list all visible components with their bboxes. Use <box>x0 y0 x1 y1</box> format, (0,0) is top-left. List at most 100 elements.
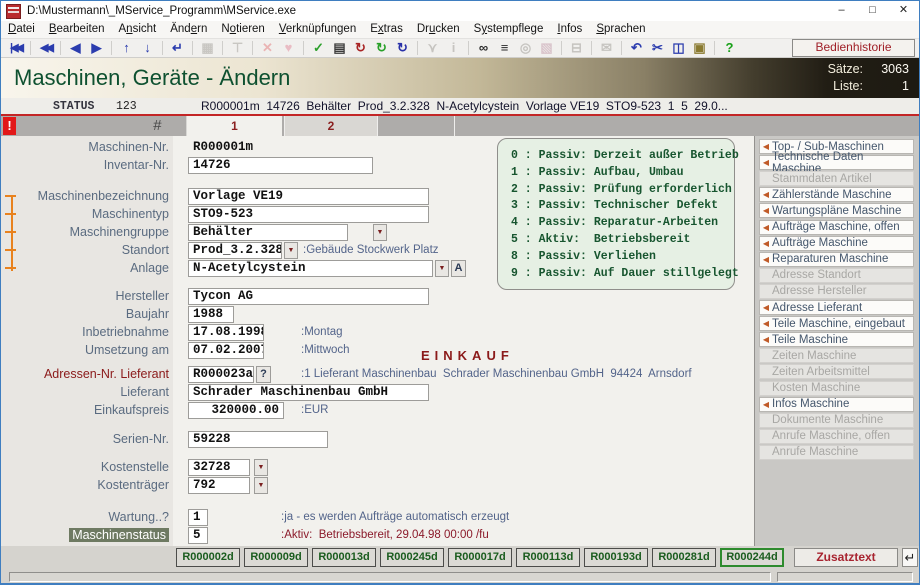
menu-item-datei[interactable]: Datei <box>1 21 42 38</box>
field-input[interactable]: 320000.00 <box>188 402 284 419</box>
dropdown-button[interactable]: ▼ <box>435 260 449 277</box>
record-button-r000193d[interactable]: R000193d <box>584 548 648 567</box>
record-button-r000244d[interactable]: R000244d <box>720 548 784 567</box>
toolbar-group: ⋎i <box>422 39 464 57</box>
anlage-button[interactable]: A <box>451 260 466 277</box>
paste-icon[interactable]: ▣ <box>689 39 710 57</box>
toolbar-separator <box>192 41 193 55</box>
menu-item-sprachen[interactable]: Sprachen <box>589 21 652 38</box>
preview-eye-icon[interactable]: ◎ <box>515 39 536 57</box>
dropdown-button[interactable]: ▼ <box>254 477 268 494</box>
refresh-blue-icon[interactable]: ↻ <box>392 39 413 57</box>
tree-icon[interactable]: ⊤ <box>227 39 248 57</box>
first-record-icon[interactable]: |◀◀ <box>5 39 26 57</box>
move-up-icon[interactable]: ↑ <box>116 39 137 57</box>
sidebar-item-infos-maschine[interactable]: ◀Infos Maschine <box>759 397 914 412</box>
list-icon[interactable]: ≡ <box>494 39 515 57</box>
sidebar-item-auftr-ge-maschine[interactable]: ◀Aufträge Maschine <box>759 236 914 251</box>
field-input[interactable]: 5 <box>188 527 208 544</box>
record-button-r000113d[interactable]: R000113d <box>516 548 580 567</box>
menu-item-ndern[interactable]: Ändern <box>163 21 214 38</box>
tab-1[interactable]: 1 <box>186 116 282 136</box>
previous-record-icon[interactable]: ◀ <box>65 39 86 57</box>
record-button-r000002d[interactable]: R000002d <box>176 548 240 567</box>
field-input[interactable]: 07.02.2007 <box>188 342 264 359</box>
palette-icon[interactable]: ▧ <box>536 39 557 57</box>
share-icon[interactable]: ⋎ <box>422 39 443 57</box>
sidebar-item-adresse-lieferant[interactable]: ◀Adresse Lieferant <box>759 300 914 315</box>
save-icon[interactable]: ▦ <box>197 39 218 57</box>
refresh-green-icon[interactable]: ↻ <box>371 39 392 57</box>
form-row-maschinenstatus: Maschinenstatus5:Aktiv: Betriebsbereit, … <box>1 527 754 545</box>
field-input[interactable]: Behälter <box>188 224 348 241</box>
field-input[interactable]: 1988 <box>188 306 234 323</box>
dropdown-button[interactable]: ▼ <box>284 242 298 259</box>
field-input[interactable]: 792 <box>188 477 250 494</box>
zusatztext-button[interactable]: Zusatztext <box>794 548 898 567</box>
sidebar-item-label: Aufträge Maschine <box>772 237 868 249</box>
maximize-button[interactable]: □ <box>857 1 888 21</box>
menu-item-extras[interactable]: Extras <box>363 21 410 38</box>
dropdown-button[interactable]: ▼ <box>254 459 268 476</box>
enter-icon[interactable]: ↵ <box>902 548 918 567</box>
sidebar-item-reparaturen-maschine[interactable]: ◀Reparaturen Maschine <box>759 252 914 267</box>
menu-item-bearbeiten[interactable]: Bearbeiten <box>42 21 112 38</box>
field-input[interactable]: Tycon AG <box>188 288 429 305</box>
record-button-r000281d[interactable]: R000281d <box>652 548 716 567</box>
field-input[interactable]: Schrader Maschinenbau GmbH <box>188 384 429 401</box>
menu-item-notieren[interactable]: Notieren <box>214 21 272 38</box>
bedienhistorie-button[interactable]: Bedienhistorie <box>792 39 915 57</box>
field-input[interactable]: 59228 <box>188 431 328 448</box>
refresh-red-icon[interactable]: ↻ <box>350 39 371 57</box>
record-button-r000017d[interactable]: R000017d <box>448 548 512 567</box>
field-input[interactable]: 1 <box>188 509 208 526</box>
next-record-icon[interactable]: ▶ <box>86 39 107 57</box>
close-button[interactable]: ✕ <box>888 1 919 21</box>
move-down-icon[interactable]: ↓ <box>137 39 158 57</box>
menu-item-ansicht[interactable]: Ansicht <box>112 21 164 38</box>
toolbar-separator <box>417 41 418 55</box>
cut-icon[interactable]: ✂ <box>647 39 668 57</box>
toolbar: |◀◀◀◀◀▶↑↓↵▦⊤✕♥✓▤↻↻↻⋎i∞≡◎▧⊟✉↶✂◫▣?Bedienhi… <box>1 38 919 58</box>
sidebar-item-auftr-ge-maschine-offen[interactable]: ◀Aufträge Maschine, offen <box>759 220 914 235</box>
menu-item-systempflege[interactable]: Systempflege <box>467 21 551 38</box>
menu-item-verknpfungen[interactable]: Verknüpfungen <box>272 21 363 38</box>
form-window-icon[interactable]: ▤ <box>329 39 350 57</box>
sidebar-item-teile-maschine-eingebaut[interactable]: ◀Teile Maschine, eingebaut <box>759 316 914 331</box>
sidebar-item-teile-maschine[interactable]: ◀Teile Maschine <box>759 332 914 347</box>
menu-item-drucken[interactable]: Drucken <box>410 21 467 38</box>
enter-icon[interactable]: ↵ <box>167 39 188 57</box>
confirm-icon[interactable]: ✓ <box>308 39 329 57</box>
sidebar-item-technische-daten-maschine[interactable]: ◀Technische Daten Maschine <box>759 155 914 170</box>
field-input[interactable]: 14726 <box>188 157 373 174</box>
print-icon[interactable]: ⊟ <box>566 39 587 57</box>
dropdown-button[interactable]: ▼ <box>373 224 387 241</box>
field-input[interactable]: STO9-523 <box>188 206 429 223</box>
record-button-r000009d[interactable]: R000009d <box>244 548 308 567</box>
field-input[interactable]: Prod_3.2.328 <box>188 242 282 259</box>
minimize-button[interactable]: – <box>826 1 857 21</box>
toolbar-separator <box>468 41 469 55</box>
sidebar-item-z-hlerst-nde-maschine[interactable]: ◀Zählerstände Maschine <box>759 187 914 202</box>
field-input[interactable]: Vorlage VE19 <box>188 188 429 205</box>
sidebar-item-wartungspl-ne-maschine[interactable]: ◀Wartungspläne Maschine <box>759 203 914 218</box>
sidebar-item-label: Zeiten Maschine <box>772 350 856 362</box>
tab-2[interactable]: 2 <box>284 116 377 136</box>
record-button-r000245d[interactable]: R000245d <box>380 548 444 567</box>
lookup-button[interactable]: ? <box>256 366 271 383</box>
undo-icon[interactable]: ↶ <box>626 39 647 57</box>
previous-page-icon[interactable]: ◀◀ <box>35 39 56 57</box>
help-icon[interactable]: ? <box>719 39 740 57</box>
copy-icon[interactable]: ◫ <box>668 39 689 57</box>
info-icon[interactable]: i <box>443 39 464 57</box>
delete-icon[interactable]: ✕ <box>257 39 278 57</box>
field-input[interactable]: 17.08.1998 <box>188 324 264 341</box>
record-button-r000013d[interactable]: R000013d <box>312 548 376 567</box>
mail-icon[interactable]: ✉ <box>596 39 617 57</box>
field-input[interactable]: N-Acetylcystein <box>188 260 433 277</box>
field-input[interactable]: 32728 <box>188 459 250 476</box>
menu-item-infos[interactable]: Infos <box>550 21 589 38</box>
search-binoculars-icon[interactable]: ∞ <box>473 39 494 57</box>
field-input[interactable]: R000023a <box>188 366 254 383</box>
favorite-icon[interactable]: ♥ <box>278 39 299 57</box>
